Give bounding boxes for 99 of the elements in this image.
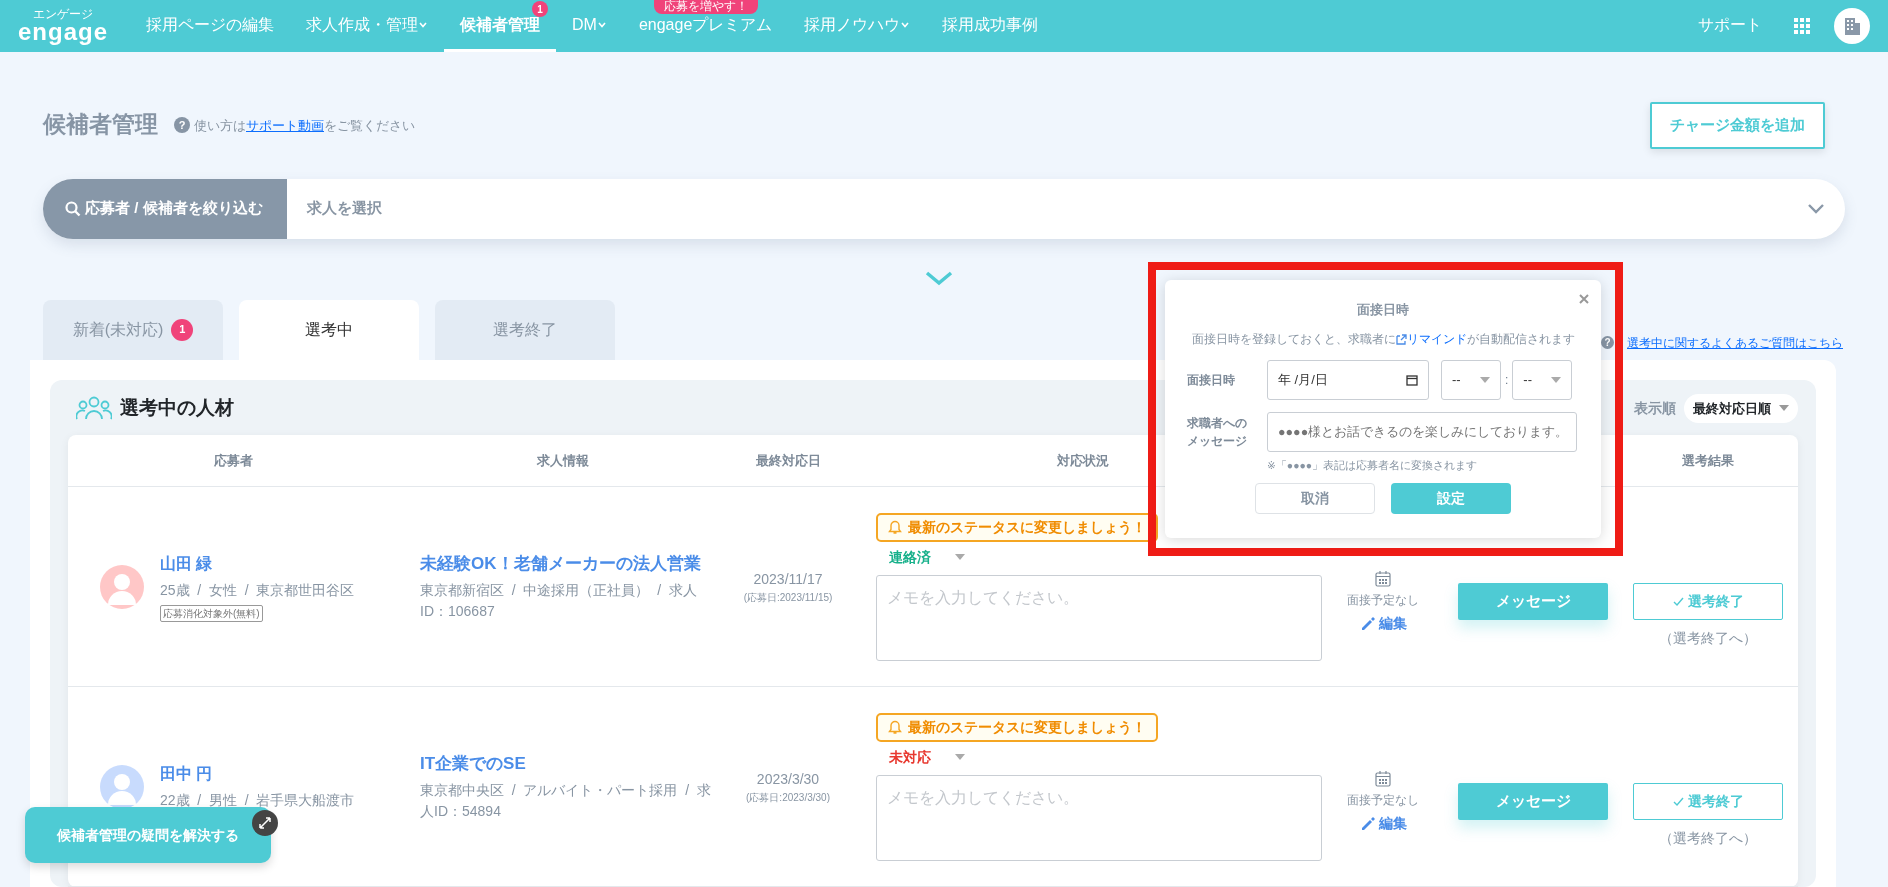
time-separator: : [1504, 371, 1510, 389]
notification-badge: 1 [532, 1, 549, 17]
help-video-link[interactable]: サポート動画 [246, 117, 324, 133]
cancel-button[interactable]: 取消 [1255, 483, 1375, 515]
people-icon [76, 395, 112, 422]
candidate-name-link[interactable]: 田中 円 [160, 762, 213, 786]
status-dropdown[interactable]: 連絡済 [888, 545, 966, 569]
message-field[interactable]: ●●●●様とお話できるのを楽しみにしております。 [1267, 411, 1577, 452]
tab[interactable]: 選考中 [239, 299, 419, 360]
date-field[interactable]: 年 /月/日 [1267, 359, 1429, 400]
status-notice: 最新のステータスに変更しましょう！ [876, 512, 1158, 542]
tag: 応募消化対象外(無料) [160, 604, 263, 622]
nav-link[interactable]: 採用ノウハウ [788, 0, 927, 52]
edit-link[interactable]: 編集 [1359, 812, 1407, 834]
last-response-date: 2023/3/30 [756, 769, 820, 789]
application-date: (応募日:2023/3/30) [746, 790, 830, 805]
collapse-icon [259, 817, 271, 829]
expand-chevron-icon[interactable] [925, 270, 953, 286]
help-icon: ? [1601, 336, 1614, 349]
bell-icon [888, 519, 902, 535]
filter-button[interactable]: 応募者 / 候補者を絞り込む [43, 178, 287, 239]
pencil-icon [1359, 615, 1375, 631]
field-label: メッセージ [1187, 432, 1247, 450]
column-header: 選考結果 [1682, 452, 1734, 468]
result-note: （選考終了へ） [1659, 628, 1757, 648]
nav-link[interactable]: 採用ページの編集 [130, 0, 291, 52]
faq-link[interactable]: 選考中に関するよくあるご質問はこちら [1627, 333, 1843, 352]
nav-link[interactable]: DM [556, 0, 623, 52]
candidate-details: 22歳 / 男性 / 岩手県大船渡市 [160, 791, 355, 810]
promo-ribbon: 応募を増やす！ [653, 0, 758, 14]
company-account-icon[interactable] [1834, 8, 1870, 44]
pencil-icon [1359, 815, 1375, 831]
calendar-icon [1375, 769, 1391, 787]
nav-link[interactable]: 求人作成・管理 [290, 0, 445, 52]
column-header: 最終対応日 [755, 452, 821, 468]
result-note: （選考終了へ） [1659, 828, 1757, 848]
popup-description: 面接日時を登録しておくと、求職者に リマインドが自動配信されます [1191, 330, 1575, 348]
end-selection-button[interactable]: 選考終了 [1633, 782, 1783, 820]
candidate-name-link[interactable]: 山田 緑 [160, 551, 213, 576]
sort-label: 表示順 [1634, 398, 1676, 418]
job-select[interactable]: 求人を選択 [287, 178, 1845, 239]
help-widget-button[interactable]: 候補者管理の疑問を解決する [25, 807, 271, 863]
nav-link[interactable]: 応募を増やす！ engageプレミアム [622, 0, 789, 52]
field-label: 求職者への [1187, 414, 1247, 432]
external-link-icon [1395, 333, 1407, 345]
column-header: 対応状況 [1057, 452, 1109, 468]
minute-select[interactable]: -- [1512, 359, 1573, 400]
caret-icon [1779, 405, 1789, 412]
status-dropdown[interactable]: 未対応 [888, 745, 966, 769]
nav-link[interactable]: 候補者管理 1 [444, 0, 557, 52]
tab[interactable]: 新着(未対応) 1 [43, 299, 223, 360]
message-button[interactable]: メッセージ [1458, 583, 1608, 620]
column-header: 求人情報 [537, 452, 589, 468]
job-details: 東京都中央区 / アルバイト・パート採用 / 求人ID：54894 [420, 781, 712, 822]
caret-icon [1480, 376, 1490, 383]
count-badge: 1 [171, 318, 194, 341]
application-date: (応募日:2023/11/15) [743, 590, 833, 605]
logo[interactable]: エンゲージ engage [18, 0, 109, 52]
message-button[interactable]: メッセージ [1458, 783, 1608, 820]
panel-title: 選考中の人材 [120, 396, 234, 420]
tab[interactable]: 選考終了 [435, 299, 615, 360]
job-title-link[interactable]: IT企業でのSE [420, 750, 526, 777]
calendar-icon [1375, 569, 1391, 587]
column-header: 応募者 [213, 452, 253, 468]
last-response-date: 2023/11/17 [753, 569, 823, 589]
chevron-down-icon [1807, 203, 1825, 214]
caret-icon [955, 754, 965, 760]
support-link[interactable]: サポート [1682, 0, 1778, 52]
interview-status: 面接予定なし [1347, 791, 1419, 809]
candidate-details: 25歳 / 女性 / 東京都世田谷区 [160, 580, 355, 600]
caret-icon [955, 554, 965, 560]
memo-field[interactable]: メモを入力してください。 [876, 774, 1322, 861]
page-title: 候補者管理 [43, 111, 158, 140]
job-title-link[interactable]: 未経験OK！老舗メーカーの法人営業 [420, 550, 701, 577]
memo-field[interactable]: メモを入力してください。 [876, 574, 1322, 661]
help-text: 使い方はサポート動画をご覧ください [194, 116, 415, 135]
field-label: 面接日時 [1187, 371, 1236, 389]
search-icon [65, 200, 81, 217]
popup-note: ※「●●●●」表記は応募者名に変換されます [1267, 457, 1478, 473]
close-icon[interactable] [1579, 294, 1589, 304]
add-charge-button[interactable]: チャージ金額を追加 [1650, 102, 1825, 149]
remind-link[interactable]: リマインド [1395, 331, 1467, 346]
status-notice: 最新のステータスに変更しましょう！ [876, 712, 1158, 742]
calendar-icon [1406, 373, 1418, 386]
interview-status: 面接予定なし [1347, 591, 1419, 609]
help-icon: ? [174, 117, 190, 134]
check-icon [1672, 796, 1684, 806]
popup-title: 面接日時 [1357, 301, 1409, 319]
caret-icon [1551, 376, 1562, 383]
end-selection-button[interactable]: 選考終了 [1633, 582, 1783, 620]
job-details: 東京都新宿区 / 中途採用（正社員） / 求人ID：106687 [420, 581, 698, 622]
nav-link[interactable]: 採用成功事例 [926, 0, 1055, 52]
sort-dropdown[interactable]: 最終対応日順 [1684, 393, 1798, 423]
check-icon [1672, 596, 1684, 606]
set-button[interactable]: 設定 [1391, 483, 1511, 515]
edit-link[interactable]: 編集 [1359, 612, 1407, 634]
apps-grid-icon[interactable] [1794, 18, 1810, 34]
bell-icon [888, 719, 902, 735]
hour-select[interactable]: -- [1441, 359, 1501, 400]
